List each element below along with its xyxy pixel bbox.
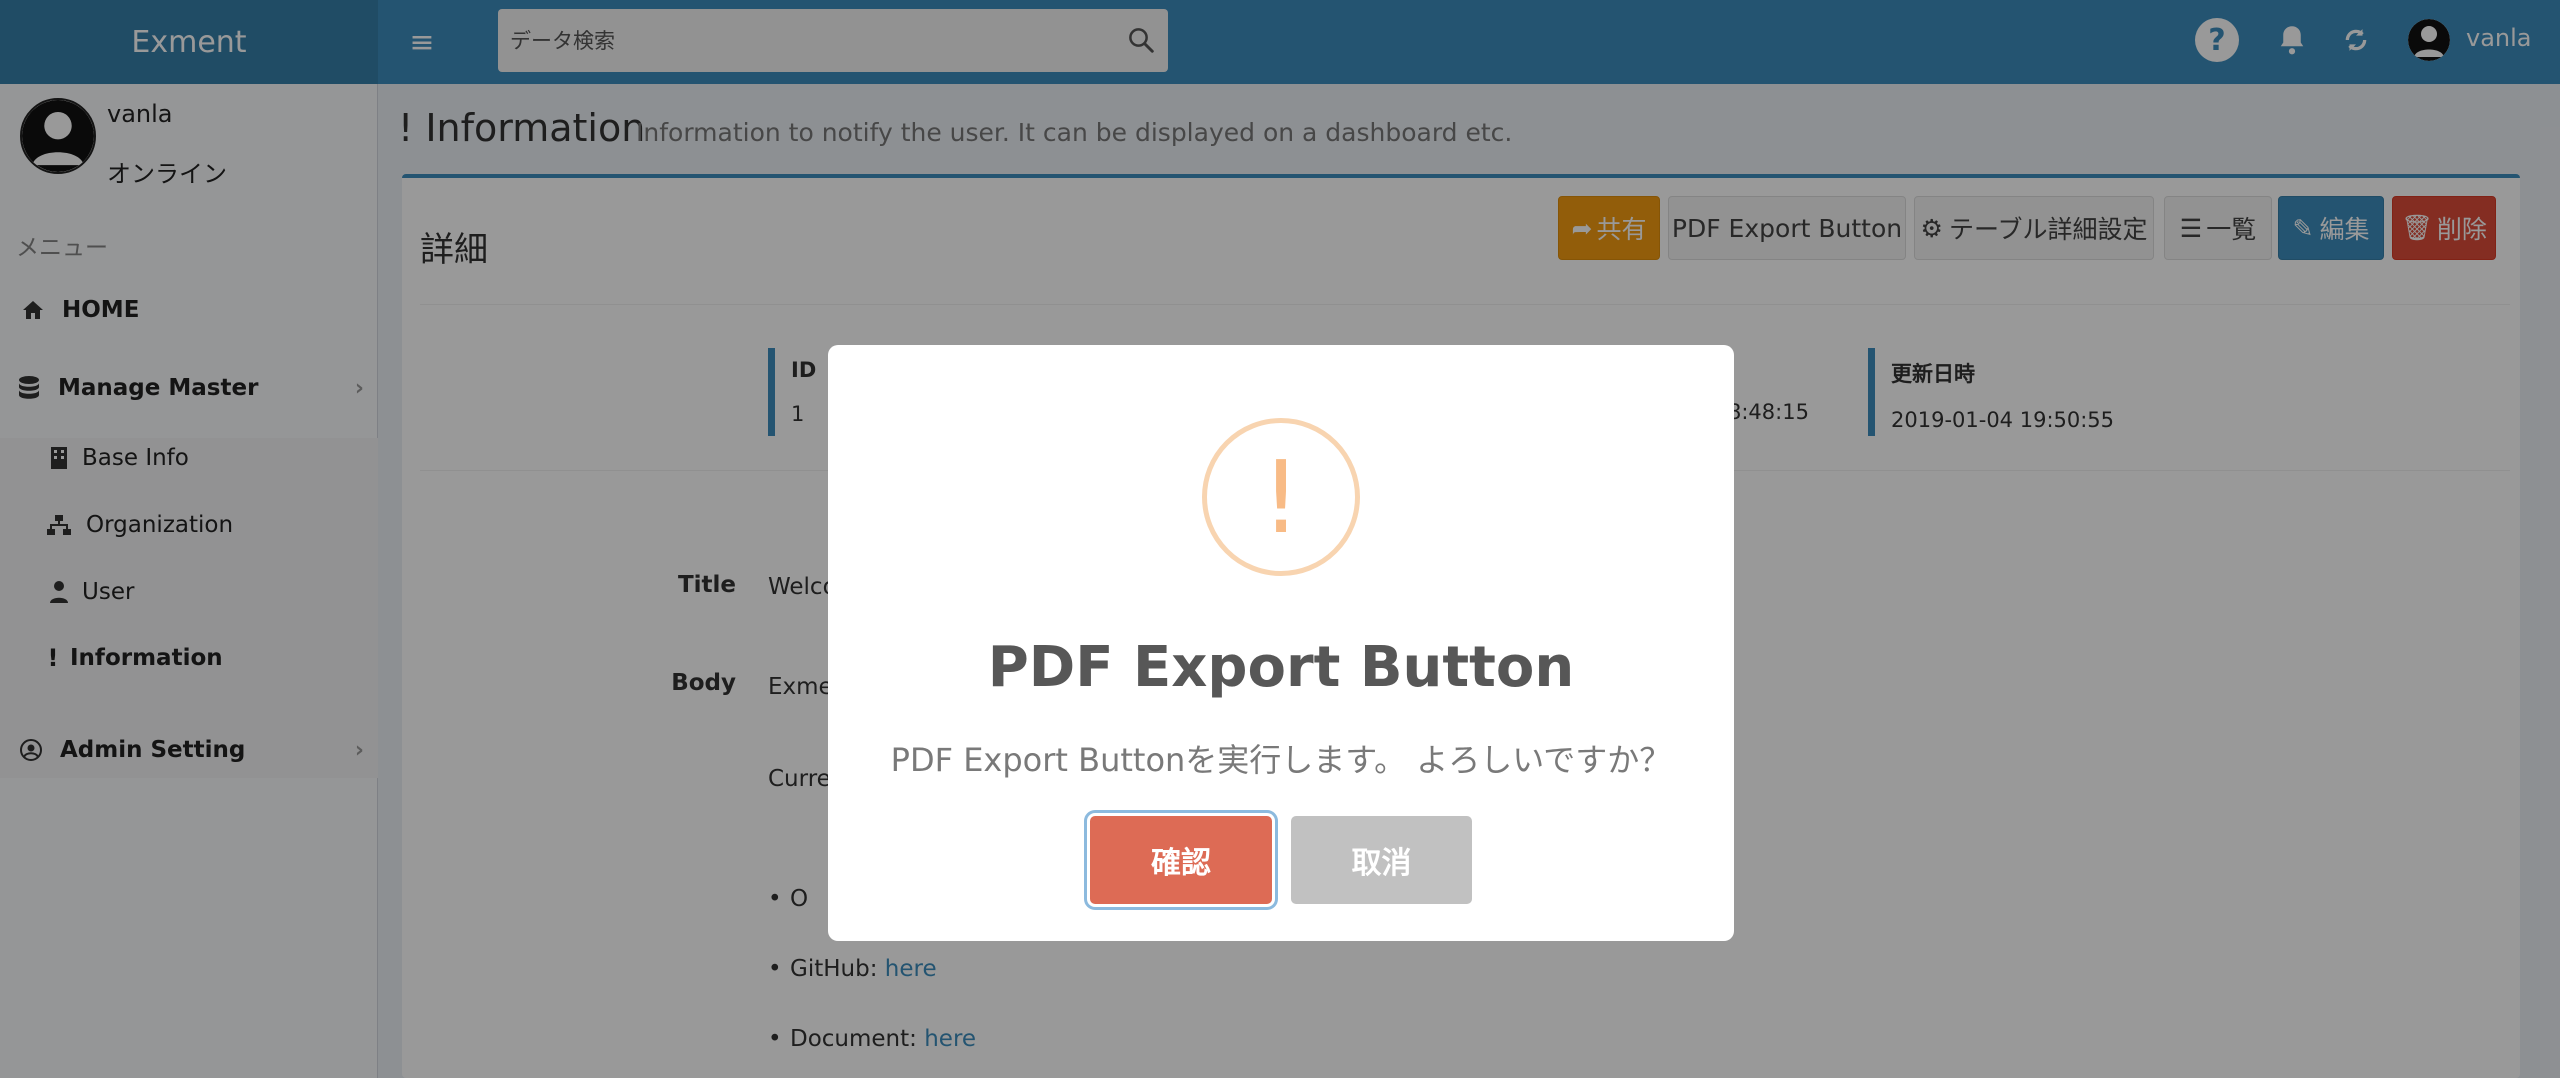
warning-icon: ! (1202, 418, 1360, 576)
confirm-button[interactable]: 確認 (1090, 816, 1272, 904)
cancel-button[interactable]: 取消 (1291, 816, 1472, 904)
confirm-dialog: ! PDF Export Button PDF Export Buttonを実行… (828, 345, 1734, 941)
dialog-title: PDF Export Button (987, 635, 1575, 700)
dialog-message: PDF Export Buttonを実行します。 よろしいですか？ (890, 741, 1672, 779)
